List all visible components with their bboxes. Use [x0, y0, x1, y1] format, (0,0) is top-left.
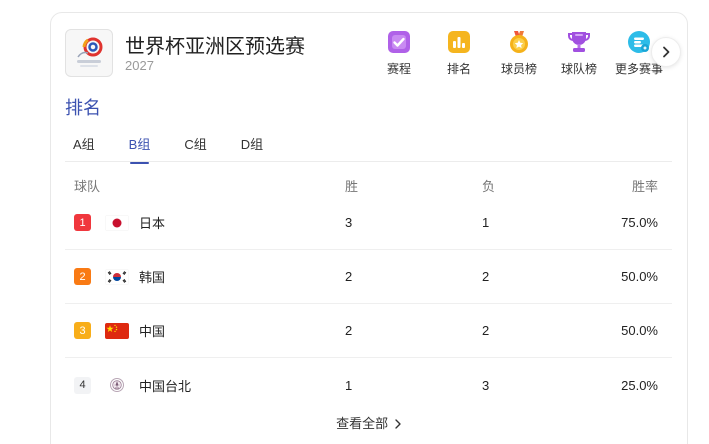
group-tabs: A组 B组 C组 D组: [73, 134, 297, 164]
rank-badge: 3: [74, 322, 91, 339]
schedule-check-icon: [386, 29, 412, 55]
table-header: 球队 胜 负 胜率: [65, 174, 672, 196]
table-row[interactable]: 3 中国 2 2 50.0%: [65, 304, 672, 358]
standings-card: 世界杯亚洲区预选赛 2027 赛程 排名 球员榜 球队榜 更多赛事 排名 A组 …: [50, 12, 688, 444]
header-team: 球队: [74, 178, 101, 194]
ranking-bars-icon: [446, 29, 472, 55]
season-year: 2027: [125, 58, 154, 73]
wins-value: 2: [345, 323, 353, 338]
tab-group-b[interactable]: B组: [129, 134, 150, 164]
losses-value: 3: [482, 377, 490, 393]
nav-next-button[interactable]: [651, 37, 681, 67]
nav-label: 排名: [446, 62, 471, 76]
losses-value: 2: [482, 269, 490, 284]
korea-flag-icon: [105, 268, 129, 285]
header-rate: 胜率: [631, 178, 658, 194]
rate-value: 50.0%: [621, 269, 658, 284]
header-losses: 负: [482, 178, 496, 194]
tab-group-a[interactable]: A组: [73, 134, 95, 164]
nav-team-board[interactable]: 球队榜: [549, 29, 609, 77]
nav-label: 球员榜: [500, 62, 537, 76]
nav-player-board[interactable]: 球员榜: [489, 29, 549, 77]
wins-value: 1: [345, 377, 353, 393]
losses-value: 2: [482, 323, 490, 338]
japan-flag-icon: [105, 214, 129, 231]
team-name: 韩国: [139, 270, 166, 285]
rate-value: 75.0%: [621, 215, 658, 230]
table-row[interactable]: 2 韩国 2 2 50.0%: [65, 250, 672, 304]
wins-value: 2: [345, 269, 353, 284]
china-flag-icon: [105, 322, 129, 339]
standings-table: 球队 胜 负 胜率 1 日本 3 1 75.0% 2 韩国 2 2 50.0% …: [65, 174, 672, 412]
nav-label: 赛程: [386, 62, 411, 76]
rate-value: 25.0%: [621, 377, 658, 393]
tab-group-d[interactable]: D组: [241, 134, 263, 164]
team-name: 中国台北: [139, 378, 192, 394]
losses-value: 1: [482, 215, 490, 230]
chevron-right-icon: [395, 419, 401, 429]
team-name: 中国: [139, 324, 166, 339]
section-title: 排名: [65, 98, 101, 118]
trophy-icon: [566, 29, 592, 55]
team-name: 日本: [139, 216, 166, 231]
tournament-logo-icon: [77, 37, 103, 67]
chinese-taipei-flag-icon: [105, 377, 129, 393]
table-row[interactable]: 1 日本 3 1 75.0%: [65, 196, 672, 250]
rank-badge: 1: [74, 214, 91, 231]
table-row[interactable]: 4 中国台北 1 3 25.0%: [65, 358, 672, 412]
quick-nav: 赛程 排名 球员榜 球队榜 更多赛事: [369, 29, 669, 77]
chevron-right-icon: [663, 46, 670, 58]
view-all-link[interactable]: 查看全部: [51, 413, 687, 432]
more-events-icon: [626, 29, 652, 55]
rank-badge: 4: [74, 376, 91, 394]
page-title: 世界杯亚洲区预选赛: [125, 36, 305, 58]
header-wins: 胜: [345, 178, 359, 194]
nav-schedule[interactable]: 赛程: [369, 29, 429, 77]
view-all-label: 查看全部: [336, 416, 389, 431]
nav-ranking[interactable]: 排名: [429, 29, 489, 77]
rate-value: 50.0%: [621, 323, 658, 338]
rank-badge: 2: [74, 268, 91, 285]
tab-group-c[interactable]: C组: [184, 134, 206, 164]
wins-value: 3: [345, 215, 353, 230]
tabs-divider: [65, 161, 672, 162]
medal-icon: [506, 29, 532, 55]
tournament-logo: [65, 29, 113, 77]
nav-label: 球队榜: [560, 62, 597, 76]
